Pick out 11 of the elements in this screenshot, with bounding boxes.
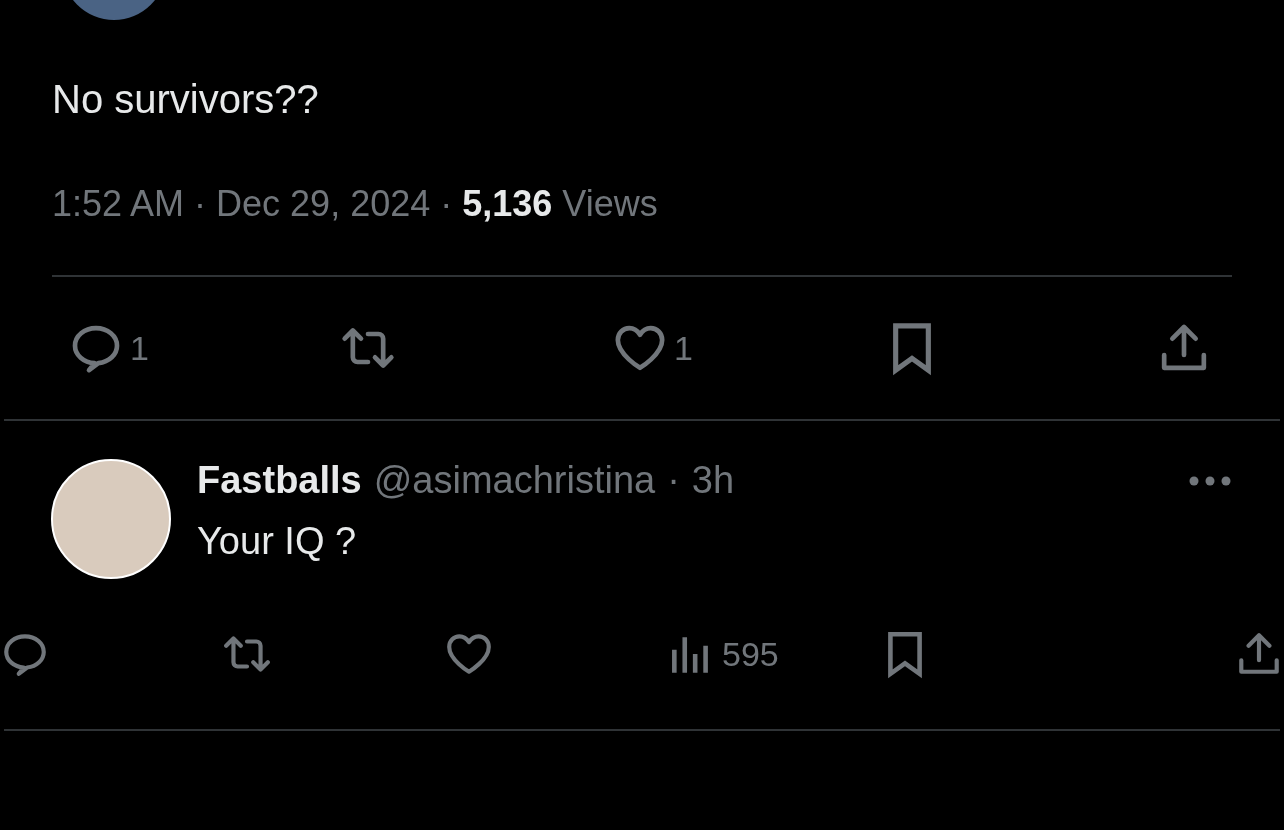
views-count: 595 bbox=[722, 634, 779, 674]
display-name[interactable]: Fastballs bbox=[197, 459, 362, 502]
more-icon[interactable] bbox=[1188, 474, 1232, 487]
separator-dot: · bbox=[667, 459, 680, 502]
post-text: No survivors?? bbox=[52, 76, 320, 123]
post-time: 3h bbox=[691, 459, 735, 502]
user-handle[interactable]: @asimachristina bbox=[373, 459, 656, 502]
action-count: 1 bbox=[130, 328, 149, 368]
reply-text: Your IQ ? bbox=[197, 520, 358, 563]
action-count: 1 bbox=[674, 328, 693, 368]
post-timestamp: 1:52 AM · Dec 29, 2024 · 5,136 Views bbox=[52, 183, 659, 225]
